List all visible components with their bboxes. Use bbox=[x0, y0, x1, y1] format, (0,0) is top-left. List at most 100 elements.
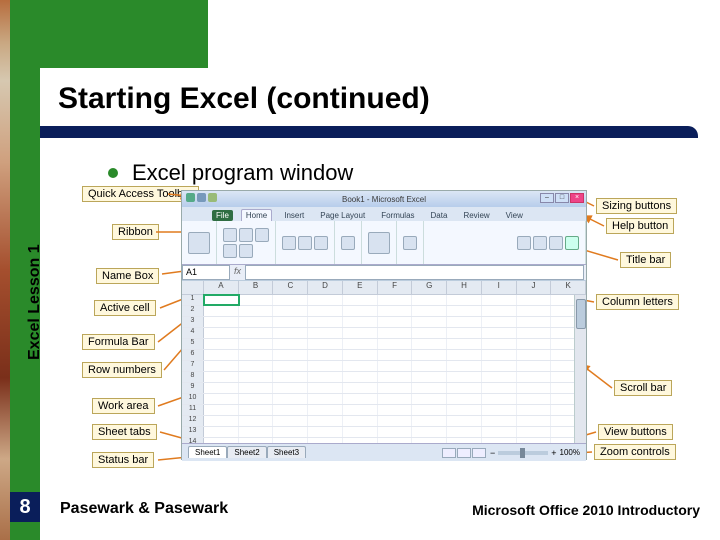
cell[interactable] bbox=[447, 295, 482, 305]
cell[interactable] bbox=[273, 405, 308, 415]
align-center-icon[interactable] bbox=[298, 236, 312, 250]
fill-color-icon[interactable] bbox=[223, 244, 237, 258]
cell[interactable] bbox=[482, 350, 517, 360]
sheet-tab[interactable]: Sheet3 bbox=[267, 446, 306, 458]
cell[interactable] bbox=[239, 350, 274, 360]
cell[interactable] bbox=[204, 350, 239, 360]
cell[interactable] bbox=[482, 317, 517, 327]
cell[interactable] bbox=[273, 306, 308, 316]
cell[interactable] bbox=[308, 416, 343, 426]
formula-bar[interactable] bbox=[245, 265, 584, 280]
cell[interactable] bbox=[204, 339, 239, 349]
cell[interactable] bbox=[447, 394, 482, 404]
sheet-tab[interactable]: Sheet2 bbox=[227, 446, 266, 458]
cell[interactable] bbox=[308, 361, 343, 371]
cell[interactable] bbox=[239, 317, 274, 327]
cell[interactable] bbox=[273, 295, 308, 305]
cell[interactable] bbox=[517, 405, 552, 415]
qat-undo-icon[interactable] bbox=[197, 193, 206, 202]
cell[interactable] bbox=[239, 328, 274, 338]
cell[interactable] bbox=[378, 372, 413, 382]
cell[interactable] bbox=[273, 372, 308, 382]
ribbon-tab-file[interactable]: File bbox=[212, 210, 233, 221]
row-header[interactable]: 7 bbox=[182, 361, 204, 371]
cell[interactable] bbox=[517, 361, 552, 371]
cell[interactable] bbox=[308, 295, 343, 305]
qat-redo-icon[interactable] bbox=[208, 193, 217, 202]
select-all-corner[interactable] bbox=[182, 281, 204, 294]
cell[interactable] bbox=[239, 383, 274, 393]
zoom-slider[interactable] bbox=[498, 451, 548, 455]
zoom-in-icon[interactable]: + bbox=[551, 448, 556, 458]
cell[interactable] bbox=[378, 361, 413, 371]
row-header[interactable]: 2 bbox=[182, 306, 204, 316]
ribbon-tab-data[interactable]: Data bbox=[427, 210, 452, 221]
cell[interactable] bbox=[343, 405, 378, 415]
row-header[interactable]: 13 bbox=[182, 427, 204, 437]
cell[interactable] bbox=[204, 328, 239, 338]
cell[interactable] bbox=[239, 427, 274, 437]
cell[interactable] bbox=[378, 295, 413, 305]
column-header[interactable]: D bbox=[308, 281, 343, 294]
cell[interactable] bbox=[308, 328, 343, 338]
cell[interactable] bbox=[308, 350, 343, 360]
zoom-percent[interactable]: 100% bbox=[560, 448, 580, 457]
cell[interactable] bbox=[343, 328, 378, 338]
cell[interactable] bbox=[447, 339, 482, 349]
row-header[interactable]: 3 bbox=[182, 317, 204, 327]
bold-icon[interactable] bbox=[223, 228, 237, 242]
cell[interactable] bbox=[273, 438, 308, 443]
cell[interactable] bbox=[308, 383, 343, 393]
cell[interactable] bbox=[447, 372, 482, 382]
cell[interactable] bbox=[517, 438, 552, 443]
cell[interactable] bbox=[343, 361, 378, 371]
cell[interactable] bbox=[343, 383, 378, 393]
column-header[interactable]: G bbox=[412, 281, 447, 294]
cell[interactable] bbox=[273, 361, 308, 371]
cell[interactable] bbox=[378, 350, 413, 360]
cell[interactable] bbox=[273, 427, 308, 437]
cell[interactable] bbox=[517, 383, 552, 393]
cell[interactable] bbox=[204, 438, 239, 443]
cell[interactable] bbox=[273, 339, 308, 349]
insert-cells-icon[interactable] bbox=[403, 236, 417, 250]
cell[interactable] bbox=[273, 317, 308, 327]
cell[interactable] bbox=[412, 372, 447, 382]
cell[interactable] bbox=[378, 383, 413, 393]
cell-styles-icon[interactable] bbox=[368, 232, 390, 254]
row-header[interactable]: 10 bbox=[182, 394, 204, 404]
maximize-button[interactable]: □ bbox=[555, 193, 569, 203]
cell[interactable] bbox=[447, 350, 482, 360]
ribbon-tab-page-layout[interactable]: Page Layout bbox=[316, 210, 369, 221]
cell[interactable] bbox=[412, 405, 447, 415]
cell[interactable] bbox=[447, 306, 482, 316]
cell[interactable] bbox=[204, 383, 239, 393]
cell[interactable] bbox=[343, 372, 378, 382]
column-header[interactable]: C bbox=[273, 281, 308, 294]
name-box[interactable]: A1 bbox=[182, 265, 230, 280]
cell[interactable] bbox=[482, 383, 517, 393]
italic-icon[interactable] bbox=[239, 228, 253, 242]
cell[interactable] bbox=[239, 394, 274, 404]
cell[interactable] bbox=[482, 295, 517, 305]
cell[interactable] bbox=[204, 372, 239, 382]
row-header[interactable]: 6 bbox=[182, 350, 204, 360]
cell[interactable] bbox=[308, 438, 343, 443]
ribbon-tab-review[interactable]: Review bbox=[459, 210, 493, 221]
cell[interactable] bbox=[273, 350, 308, 360]
view-page-layout-icon[interactable] bbox=[457, 448, 471, 458]
view-page-break-icon[interactable] bbox=[472, 448, 486, 458]
zoom-slider-thumb[interactable] bbox=[520, 448, 525, 458]
align-right-icon[interactable] bbox=[314, 236, 328, 250]
cell[interactable] bbox=[204, 394, 239, 404]
cell[interactable] bbox=[447, 317, 482, 327]
cell[interactable] bbox=[378, 427, 413, 437]
cell[interactable] bbox=[482, 372, 517, 382]
cell[interactable] bbox=[204, 317, 239, 327]
cell[interactable] bbox=[517, 427, 552, 437]
cell[interactable] bbox=[412, 328, 447, 338]
cell[interactable] bbox=[482, 306, 517, 316]
ribbon-tab-home[interactable]: Home bbox=[241, 209, 272, 221]
column-header[interactable]: H bbox=[447, 281, 482, 294]
column-header[interactable]: I bbox=[482, 281, 517, 294]
